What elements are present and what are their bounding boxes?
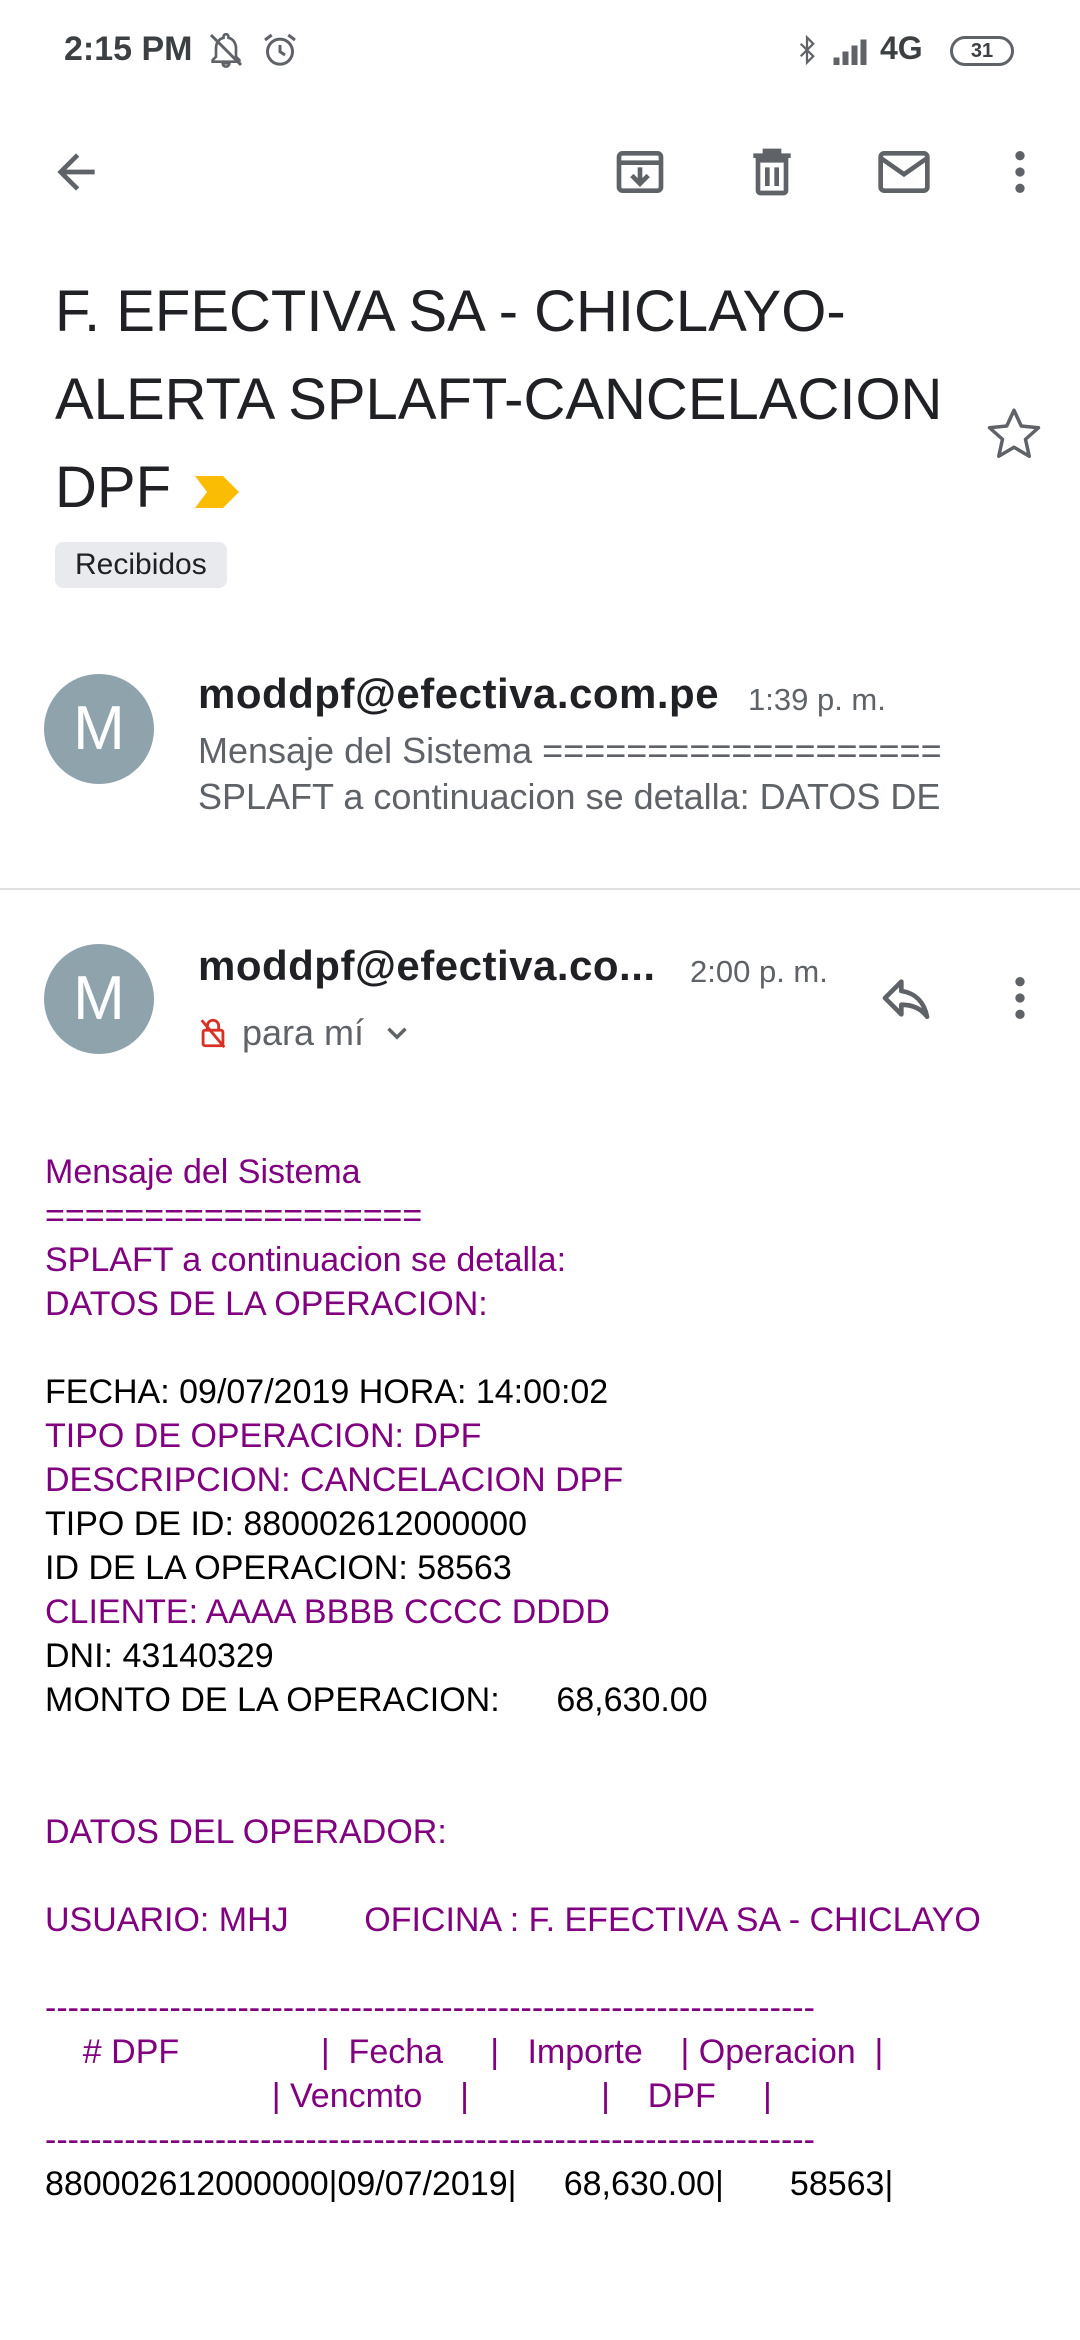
body-line: =================== bbox=[45, 1197, 423, 1235]
notifications-off-icon bbox=[209, 32, 243, 69]
battery-indicator: 31 bbox=[950, 36, 1014, 66]
reply-button[interactable] bbox=[864, 956, 948, 1040]
body-blank-line bbox=[45, 1942, 1055, 1986]
body-line: ----------------------------------------… bbox=[45, 1989, 815, 2027]
body-line: CLIENTE: AAAA BBBB CCCC DDDD bbox=[45, 1593, 610, 1631]
body-line: USUARIO: MHJ OFICINA : F. EFECTIVA SA - … bbox=[45, 1901, 981, 1939]
avatar[interactable]: M bbox=[44, 674, 154, 784]
delete-icon bbox=[753, 148, 791, 196]
email-body: Mensaje del Sistema =================== SP… bbox=[45, 1150, 1055, 2206]
snippet-line-1: Mensaje del Sistema =================== bbox=[198, 730, 942, 771]
body-line: Mensaje del Sistema bbox=[45, 1153, 361, 1191]
delete-button[interactable] bbox=[730, 130, 814, 214]
avatar[interactable]: M bbox=[44, 944, 154, 1054]
body-blank-line bbox=[45, 1722, 1055, 1766]
email-subject: F. EFECTIVA SA - CHICLAYO-ALERTA SPLAFT-… bbox=[55, 268, 955, 532]
lock-off-icon bbox=[200, 1018, 226, 1049]
body-line: # DPF | Fecha | Importe | Operacion | bbox=[45, 2033, 884, 2071]
back-arrow-icon bbox=[57, 153, 95, 191]
more-vert-icon bbox=[1015, 151, 1025, 193]
mark-unread-icon bbox=[878, 151, 930, 193]
body-blank-line bbox=[45, 1326, 1055, 1370]
signal-icon bbox=[833, 39, 867, 65]
chevron-down-icon bbox=[387, 1027, 407, 1040]
body-line: FECHA: 09/07/2019 HORA: 14:00:02 bbox=[45, 1373, 609, 1411]
body-line: SPLAFT a continuacion se detalla: bbox=[45, 1241, 567, 1279]
star-icon[interactable] bbox=[984, 404, 1044, 464]
more-vert-icon bbox=[1015, 977, 1025, 1019]
importance-marker-icon[interactable] bbox=[191, 472, 243, 512]
body-line: DESCRIPCION: CANCELACION DPF bbox=[45, 1461, 624, 1499]
body-line: DATOS DE LA OPERACION: bbox=[45, 1285, 488, 1323]
toolbar bbox=[0, 130, 1080, 214]
back-button[interactable] bbox=[34, 130, 118, 214]
reply-icon bbox=[882, 979, 930, 1019]
body-line: ID DE LA OPERACION: 58563 bbox=[45, 1549, 512, 1587]
label-chip-recibidos[interactable]: Recibidos bbox=[55, 542, 227, 588]
mark-unread-button[interactable] bbox=[862, 130, 946, 214]
status-bar: 2:15 PM 4G 31 bbox=[0, 0, 1080, 104]
body-blank-line bbox=[45, 1766, 1055, 1810]
message-time: 2:00 p. m. bbox=[690, 954, 828, 989]
recipient-details-toggle[interactable]: para mí bbox=[198, 1008, 414, 1058]
network-type: 4G bbox=[880, 30, 923, 66]
recipient-label: para mí bbox=[242, 1012, 365, 1053]
body-blank-line bbox=[45, 1854, 1055, 1898]
sender-name: moddpf@efectiva.com.pe bbox=[198, 670, 720, 717]
alarm-icon bbox=[264, 33, 296, 66]
archive-button[interactable] bbox=[598, 130, 682, 214]
body-line: | Vencmto | | DPF | bbox=[45, 2077, 772, 2115]
snippet-line-2: SPLAFT a continuacion se detalla: DATOS … bbox=[198, 776, 941, 817]
body-line: TIPO DE ID: 880002612000000 bbox=[45, 1505, 527, 1543]
body-line: DATOS DEL OPERADOR: bbox=[45, 1813, 447, 1851]
more-options-button[interactable] bbox=[978, 130, 1062, 214]
archive-icon bbox=[616, 151, 664, 193]
body-line: 880002612000000|09/07/2019| 68,630.00| 5… bbox=[45, 2165, 894, 2203]
sender-name[interactable]: moddpf@efectiva.co... bbox=[198, 942, 656, 990]
bluetooth-icon bbox=[799, 34, 815, 66]
subject-text: F. EFECTIVA SA - CHICLAYO-ALERTA SPLAFT-… bbox=[55, 279, 943, 520]
status-time: 2:15 PM bbox=[64, 30, 193, 68]
message-time: 1:39 p. m. bbox=[748, 682, 886, 717]
message-more-button[interactable] bbox=[978, 956, 1062, 1040]
body-line: ----------------------------------------… bbox=[45, 2121, 815, 2159]
body-line: MONTO DE LA OPERACION: 68,630.00 bbox=[45, 1681, 708, 1719]
body-line: TIPO DE OPERACION: DPF bbox=[45, 1417, 482, 1455]
body-line: DNI: 43140329 bbox=[45, 1637, 274, 1675]
divider bbox=[0, 888, 1080, 890]
